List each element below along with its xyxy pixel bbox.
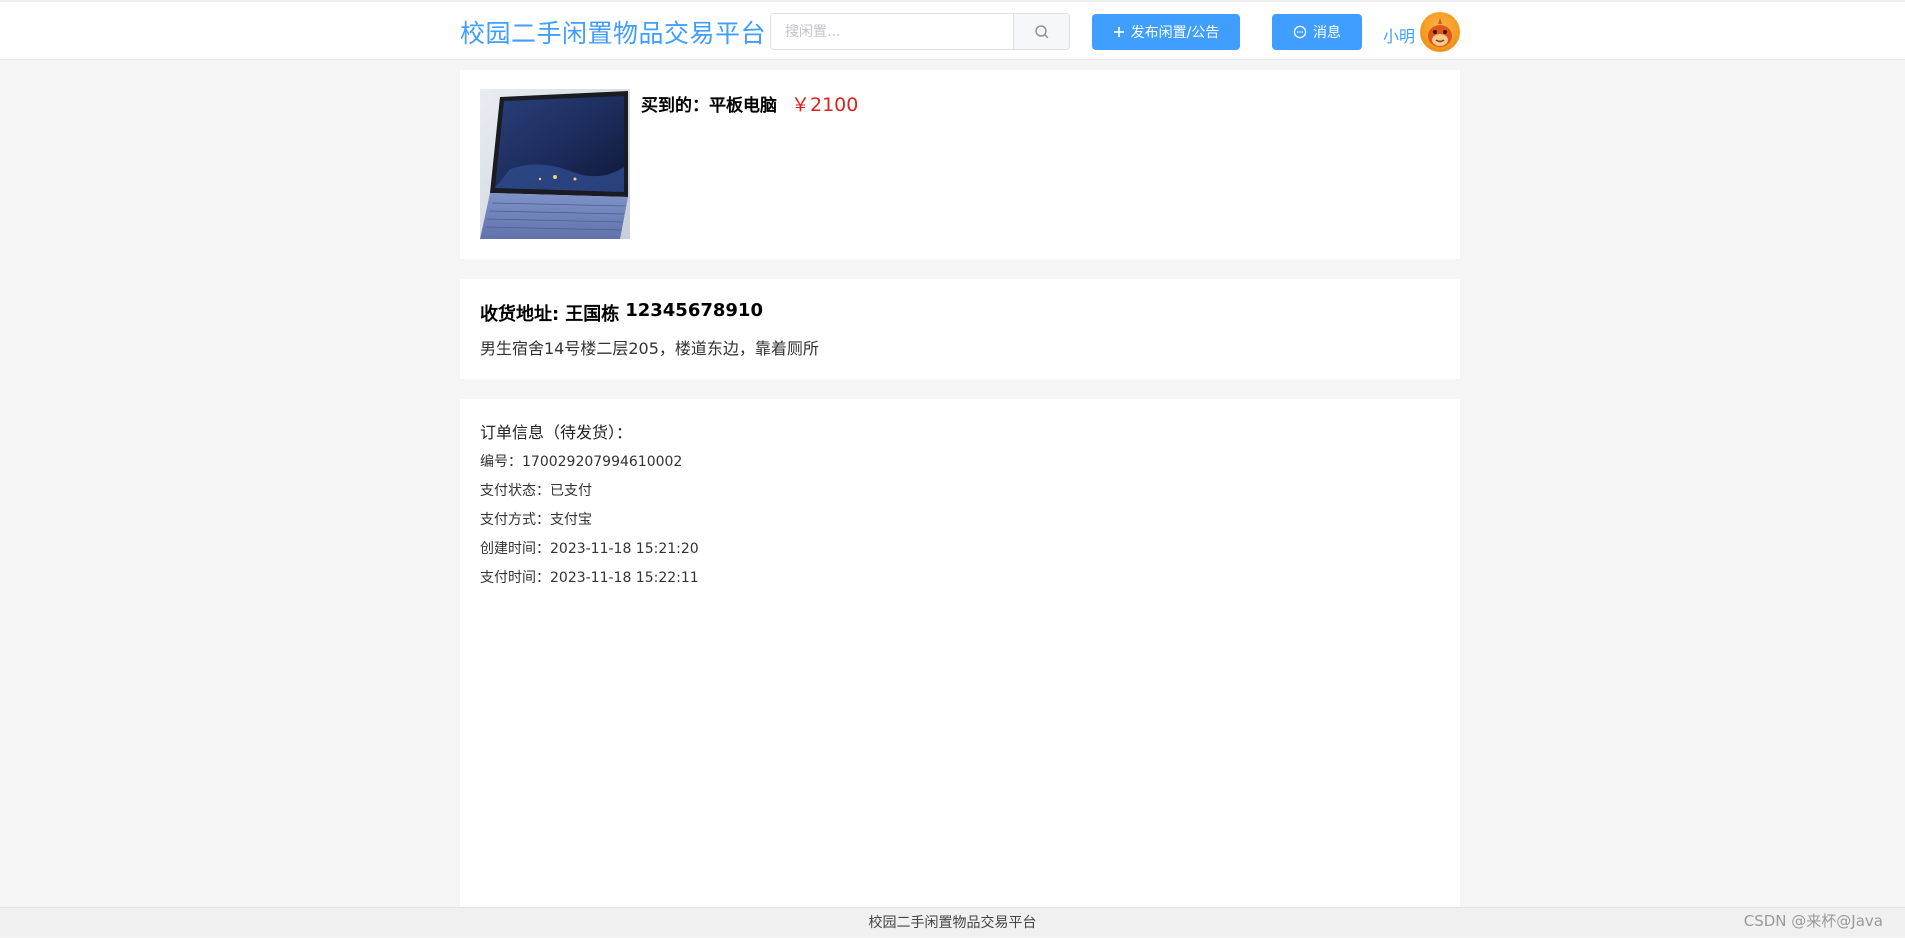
search-icon bbox=[1035, 25, 1049, 39]
address-label: 收货地址: bbox=[480, 304, 560, 325]
publish-button-label: 发布闲置/公告 bbox=[1130, 25, 1220, 41]
avatar[interactable] bbox=[1420, 12, 1460, 52]
page-footer: 校园二手闲置物品交易平台 bbox=[0, 907, 1905, 937]
message-button-label: 消息 bbox=[1313, 25, 1341, 41]
username-link[interactable]: 小明 bbox=[1383, 23, 1415, 47]
product-image[interactable] bbox=[480, 89, 630, 239]
search-input[interactable] bbox=[771, 14, 1015, 49]
address-detail: 男生宿舍14号楼二层205，楼道东边，靠着厕所 bbox=[480, 339, 819, 358]
search-box bbox=[770, 13, 1070, 50]
product-price: ￥2100 bbox=[791, 94, 859, 116]
watermark: CSDN @来杯@Java bbox=[1743, 912, 1883, 930]
avatar-icon bbox=[1428, 18, 1452, 47]
order-payment-method: 支付方式：支付宝 bbox=[480, 512, 592, 528]
address-header: 收货地址: 王国栋 12345678910 bbox=[480, 300, 763, 326]
order-paid-time: 支付时间：2023-11-18 15:22:11 bbox=[480, 570, 699, 586]
product-card: 买到的： 平板电脑 ￥2100 bbox=[460, 70, 1460, 259]
address-phone: 12345678910 bbox=[625, 300, 763, 321]
order-card: 订单信息（待发货）： 编号：170029207994610002 支付状态：已支… bbox=[460, 399, 1460, 907]
plus-icon bbox=[1113, 27, 1124, 37]
message-button[interactable]: 消息 bbox=[1272, 14, 1362, 50]
product-summary: 买到的： 平板电脑 ￥2100 bbox=[641, 90, 858, 117]
bought-label: 买到的： bbox=[641, 96, 709, 116]
product-name[interactable]: 平板电脑 bbox=[709, 91, 777, 116]
address-recipient: 王国栋 bbox=[565, 304, 620, 325]
order-created-time: 创建时间：2023-11-18 15:21:20 bbox=[480, 541, 699, 557]
search-button[interactable] bbox=[1013, 14, 1069, 49]
publish-button[interactable]: 发布闲置/公告 bbox=[1092, 14, 1240, 50]
order-title: 订单信息（待发货）： bbox=[480, 423, 633, 442]
chat-bubble-icon bbox=[1293, 25, 1307, 39]
address-card: 收货地址: 王国栋 12345678910 男生宿舍14号楼二层205，楼道东边… bbox=[460, 279, 1460, 379]
tablet-photo bbox=[480, 89, 630, 239]
top-header: 校园二手闲置物品交易平台 发布闲置/公告 bbox=[0, 0, 1905, 60]
header-inner: 校园二手闲置物品交易平台 发布闲置/公告 bbox=[460, 2, 1460, 60]
site-title[interactable]: 校园二手闲置物品交易平台 bbox=[460, 14, 766, 50]
order-payment-status: 支付状态：已支付 bbox=[480, 483, 592, 499]
order-number: 编号：170029207994610002 bbox=[480, 454, 683, 470]
